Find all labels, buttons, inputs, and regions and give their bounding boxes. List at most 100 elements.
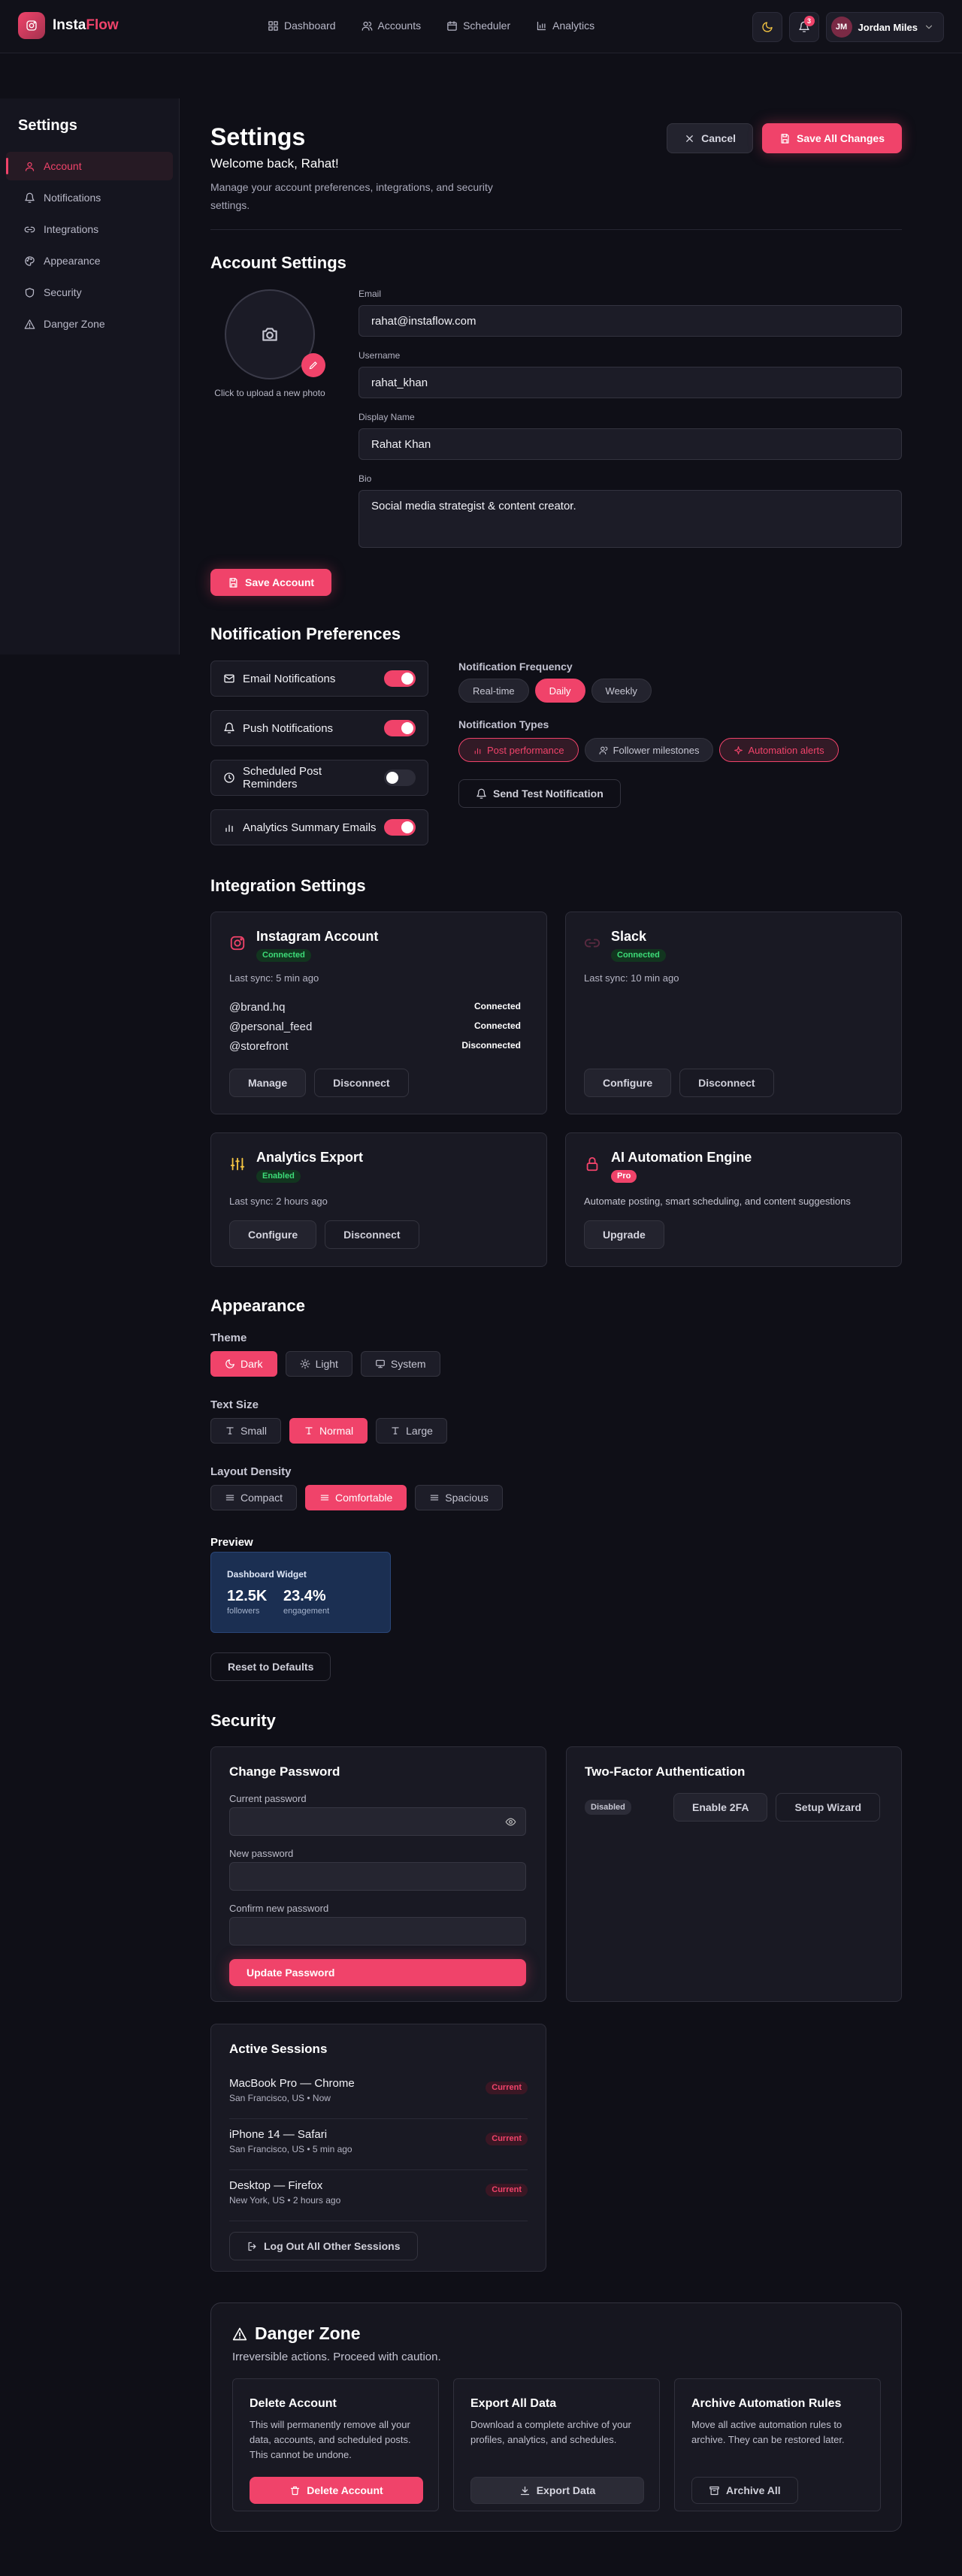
disconnect-button[interactable]: Disconnect — [679, 1069, 774, 1097]
toggle-switch[interactable] — [384, 670, 416, 687]
density-spacious-button[interactable]: Spacious — [415, 1485, 503, 1510]
last-sync: Last sync: 5 min ago — [229, 972, 319, 984]
archive-all-button[interactable]: Archive All — [691, 2477, 798, 2504]
session-device: MacBook Pro — Chrome — [229, 2077, 355, 2090]
toggle-switch[interactable] — [384, 720, 416, 736]
nav-link-dashboard[interactable]: Dashboard — [268, 20, 336, 32]
frequency-daily[interactable]: Daily — [534, 679, 585, 703]
eye-icon[interactable] — [505, 1816, 516, 1828]
new-password-input[interactable] — [229, 1862, 526, 1891]
cancel-button[interactable]: Cancel — [667, 123, 754, 153]
notification-types: Post performance Follower milestones Aut… — [458, 738, 839, 762]
type-follower-milestones[interactable]: Follower milestones — [584, 738, 714, 762]
theme-dark-button[interactable]: Dark — [210, 1351, 277, 1377]
two-factor-card: Two-Factor Authentication Disabled Enabl… — [566, 1746, 902, 2002]
frequency-weekly[interactable]: Weekly — [591, 679, 652, 703]
toggle-switch[interactable] — [384, 819, 416, 836]
type-automation-alerts[interactable]: Automation alerts — [719, 738, 839, 762]
instagram-logo-icon — [18, 12, 45, 39]
text-normal-button[interactable]: Normal — [289, 1418, 368, 1444]
bar-chart-icon — [537, 21, 546, 30]
user-menu[interactable]: JM Jordan Miles — [825, 12, 944, 42]
text-large-button[interactable]: Large — [376, 1418, 447, 1444]
monitor-icon — [376, 1359, 385, 1368]
current-session-badge: Current — [486, 2082, 528, 2094]
settings-sidebar: Settings Account Notifications Integrati… — [0, 98, 180, 655]
enable-2fa-button[interactable]: Enable 2FA — [673, 1793, 768, 1822]
nav-link-scheduler[interactable]: Scheduler — [446, 20, 510, 32]
disconnect-button[interactable]: Disconnect — [325, 1220, 419, 1249]
manage-button[interactable]: Manage — [229, 1069, 307, 1097]
username-field[interactable]: rahat_khan — [358, 367, 902, 398]
type-label: Post performance — [487, 744, 564, 756]
configure-button[interactable]: Configure — [229, 1220, 317, 1249]
header-actions: Cancel Save All Changes — [667, 123, 902, 153]
sidebar-item-label: Notifications — [44, 192, 101, 204]
email-field[interactable]: rahat@instaflow.com — [358, 305, 902, 337]
save-account-button[interactable]: Save Account — [210, 569, 332, 596]
current-password-input[interactable] — [229, 1807, 526, 1836]
sidebar-item-danger-zone[interactable]: Danger Zone — [6, 310, 173, 338]
update-password-button[interactable]: Update Password — [229, 1959, 526, 1986]
lock-icon — [584, 1156, 600, 1172]
connected-account-row: @personal_feed Connected — [229, 1020, 521, 1033]
type-post-performance[interactable]: Post performance — [458, 738, 579, 762]
brand[interactable]: InstaFlow — [18, 12, 119, 39]
frequency-realtime[interactable]: Real-time — [458, 679, 529, 703]
types-label: Notification Types — [458, 718, 549, 730]
last-sync: Last sync: 10 min ago — [584, 972, 679, 984]
frequency-options: Real-time Daily Weekly — [458, 679, 652, 703]
current-password-label: Current password — [229, 1793, 307, 1804]
sidebar-item-account[interactable]: Account — [6, 152, 173, 180]
theme-system-button[interactable]: System — [360, 1351, 440, 1377]
nav-link-analytics[interactable]: Analytics — [536, 20, 594, 32]
sidebar-item-notifications[interactable]: Notifications — [6, 183, 173, 212]
reset-defaults-button[interactable]: Reset to Defaults — [210, 1652, 331, 1681]
sidebar-item-security[interactable]: Security — [6, 278, 173, 307]
configure-button[interactable]: Configure — [584, 1069, 672, 1097]
nav-link-label: Analytics — [552, 20, 595, 32]
logout-other-sessions-button[interactable]: Log Out All Other Sessions — [229, 2232, 418, 2260]
density-comfortable-button[interactable]: Comfortable — [305, 1485, 407, 1510]
profile-photo-upload[interactable] — [225, 289, 325, 379]
toggle-scheduled-reminders[interactable]: Scheduled Post Reminders — [210, 760, 428, 796]
preview-widget: Dashboard Widget 12.5K followers 23.4% e… — [210, 1552, 391, 1633]
active-sessions-title: Active Sessions — [229, 2042, 328, 2056]
send-test-notification-button[interactable]: Send Test Notification — [458, 779, 621, 808]
theme-toggle-button[interactable] — [752, 12, 782, 42]
confirm-password-input[interactable] — [229, 1917, 526, 1946]
header-divider — [210, 229, 902, 230]
card-header: Slack Connected — [584, 929, 666, 962]
disconnect-button[interactable]: Disconnect — [314, 1069, 409, 1097]
stat-value: 12.5K — [227, 1588, 268, 1604]
nav-link-accounts[interactable]: Accounts — [362, 20, 421, 32]
sidebar-item-appearance[interactable]: Appearance — [6, 246, 173, 275]
bio-textarea[interactable]: Social media strategist & content creato… — [358, 490, 902, 548]
density-compact-button[interactable]: Compact — [210, 1485, 298, 1510]
camera-icon — [262, 328, 277, 341]
email-label: Email — [358, 289, 382, 299]
delete-account-button[interactable]: Delete Account — [250, 2477, 423, 2504]
notifications-button[interactable]: 3 — [788, 12, 819, 42]
clock-icon — [224, 772, 234, 783]
theme-light-button[interactable]: Light — [285, 1351, 352, 1377]
account-status: Disconnected — [461, 1040, 521, 1051]
export-data-button[interactable]: Export Data — [470, 2477, 644, 2504]
send-test-label: Send Test Notification — [493, 788, 604, 800]
sidebar-item-label: Account — [44, 160, 82, 172]
display-name-field[interactable]: Rahat Khan — [358, 428, 902, 460]
toggle-switch[interactable] — [384, 769, 416, 786]
edit-photo-button[interactable] — [301, 353, 325, 377]
toggle-analytics-emails[interactable]: Analytics Summary Emails — [210, 809, 428, 845]
toggle-email-notifications[interactable]: Email Notifications — [210, 661, 428, 697]
toggle-push-notifications[interactable]: Push Notifications — [210, 710, 428, 746]
text-small-button[interactable]: Small — [210, 1418, 282, 1444]
sidebar-item-integrations[interactable]: Integrations — [6, 215, 173, 243]
setup-wizard-button[interactable]: Setup Wizard — [776, 1793, 881, 1822]
bar-chart-icon — [225, 824, 233, 832]
upgrade-button[interactable]: Upgrade — [584, 1220, 664, 1249]
option-label: System — [390, 1358, 426, 1370]
new-password-label: New password — [229, 1848, 294, 1859]
toggle-label: Analytics Summary Emails — [243, 821, 377, 834]
save-all-button[interactable]: Save All Changes — [762, 123, 902, 153]
